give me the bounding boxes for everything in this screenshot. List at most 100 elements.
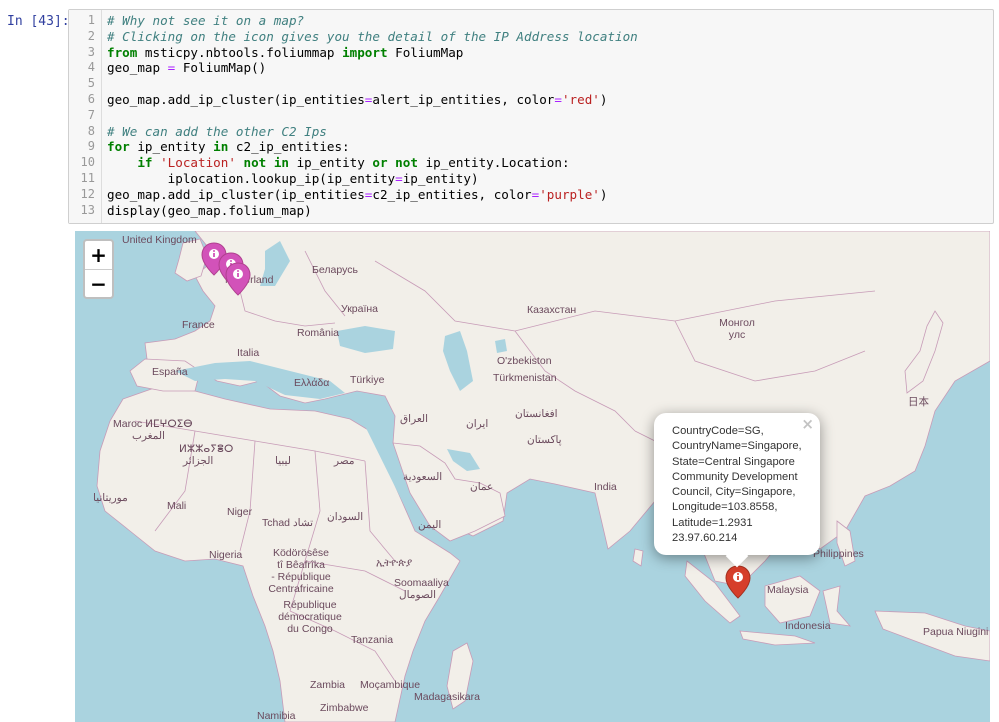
popup-line: State=Central Singapore [672, 455, 795, 468]
code-text: iplocation.lookup_ip(ip_entity [107, 171, 396, 186]
map-label: Philippines [813, 548, 864, 560]
popup-line: Community Development [672, 470, 798, 483]
code-line: geo_map = FoliumMap() [107, 60, 266, 76]
map-label: France [182, 319, 215, 331]
map-label: الصومال [399, 589, 437, 601]
code-keyword: for [107, 139, 130, 155]
map-label: - République [271, 571, 331, 583]
code-text: display(geo_map.folium_map) [107, 202, 312, 218]
map-label: 日本 [908, 396, 929, 408]
line-number: 4 [87, 60, 95, 75]
map-label: du Congo [287, 623, 333, 635]
ip-location-popup: × CountryCode=SG, CountryName=Singapore,… [654, 413, 820, 568]
zoom-out-button[interactable]: − [85, 269, 112, 298]
map-label: Nigeria [209, 549, 243, 561]
map-pin-icon [225, 262, 251, 296]
code-comment: # Why not see it on a map? [107, 13, 305, 28]
map-label: عمان [470, 481, 494, 493]
popup-line: 23.97.60.214 [672, 532, 738, 545]
popup-line: CountryName=Singapore, [672, 440, 802, 453]
map-label: улс [728, 329, 746, 341]
line-number: 7 [87, 107, 95, 122]
map-label: Malaysia [767, 584, 809, 596]
map-label: السعودية [403, 471, 443, 483]
code-text: ip_entity.Location: [417, 155, 570, 171]
code-text: c2_ip_entities: [228, 139, 350, 155]
map-label: Tanzania [351, 634, 394, 646]
code-string: 'Location' [152, 155, 236, 171]
map-label: Italia [237, 347, 260, 359]
map-label: tî Bêafrîka [277, 559, 325, 571]
code-line: display(geo_map.folium_map) [107, 203, 312, 219]
cell-prompt: In [43]: [7, 14, 70, 29]
code-keyword: in [213, 139, 229, 155]
landmass-sri-lanka [632, 548, 644, 567]
line-number: 13 [80, 202, 95, 217]
landmass-java [739, 630, 816, 646]
code-text: geo_map [107, 60, 168, 76]
map-label: O'zbekiston [497, 355, 552, 367]
map-label: موريتانيا [93, 492, 128, 504]
code-keyword: not in [235, 155, 290, 171]
map-label: افغانستان [515, 408, 558, 420]
map-label: Україна [341, 303, 379, 315]
c2-ip-marker[interactable] [225, 262, 251, 296]
line-number: 3 [87, 44, 95, 59]
popup-line: Council, City=Singapore, [672, 486, 796, 499]
code-text: c2_ip_entities, color [372, 186, 532, 202]
map-label: Centrafricaine [268, 583, 334, 595]
code-text: FoliumMap() [175, 60, 267, 76]
line-number: 8 [87, 123, 95, 138]
code-keyword: if [137, 155, 153, 171]
code-line: from msticpy.nbtools.foliummap import Fo… [107, 45, 463, 61]
code-cell[interactable]: 1 2 3 4 5 6 7 8 9 10 11 12 13 # Why not … [68, 9, 994, 224]
line-number: 10 [80, 155, 95, 170]
map-label: Madagasikara [414, 691, 480, 703]
map-label: العراق [400, 413, 429, 425]
map-label: Tchad تشاد [262, 517, 314, 529]
code-string: 'purple' [539, 186, 600, 202]
code-line: if 'Location' not in ip_entity or not ip… [107, 155, 570, 171]
code-text: ip_entity) [402, 171, 479, 186]
map-label: Ελλάδα [294, 377, 330, 389]
map-label: Ködörösêse [272, 547, 330, 559]
map-label: India [594, 481, 617, 493]
map-label: مصر [334, 455, 355, 467]
code-line: geo_map.add_ip_cluster(ip_entities=c2_ip… [107, 187, 607, 203]
map-label: السودان [327, 511, 364, 523]
code-operator: = [554, 92, 562, 107]
map-label: Maroc ⵍⵎⵖⵔⵉⴱ [113, 418, 193, 430]
popup-content: CountryCode=SG, CountryName=Singapore, S… [672, 424, 812, 546]
map-label: ኢትዮጵያ [376, 557, 413, 569]
map-label: Казахстан [527, 304, 577, 316]
map-label: España [152, 366, 188, 378]
code-line: geo_map.add_ip_cluster(ip_entities =alert… [107, 92, 607, 108]
line-number: 5 [87, 76, 95, 91]
code-text: alert_ip_entities, color [372, 92, 555, 107]
map-pin-icon [725, 565, 751, 599]
code-text: ip_entity [289, 155, 373, 171]
code-line: for ip_entity in c2_ip_entities: [107, 139, 350, 155]
popup-line: Latitude=1.2931 [672, 516, 753, 529]
line-number: 11 [80, 171, 95, 185]
code-text: geo_map.add_ip_cluster(ip_entities [107, 186, 365, 202]
line-number: 12 [80, 186, 95, 201]
map-label: Беларусь [312, 264, 358, 276]
popup-line: CountryCode=SG, [672, 425, 764, 437]
code-text: ) [599, 186, 608, 202]
code-line: # We can add the other C2 Ips [107, 124, 327, 140]
code-text: ) [599, 92, 608, 107]
map-label: Moçambique [360, 679, 421, 691]
code-keyword: from [107, 44, 138, 60]
map-label: Монгол [719, 317, 755, 329]
code-keyword: import [342, 44, 388, 60]
zoom-in-button[interactable]: + [85, 241, 112, 269]
map-label: Türkiye [350, 374, 385, 386]
code-text: FoliumMap [387, 44, 464, 60]
code-keyword: or not [372, 155, 418, 171]
folium-map[interactable]: + − United Kingdom Nederland Беларусь Ук… [75, 231, 990, 722]
code-string: 'red' [561, 92, 600, 107]
map-label: پاکستان [527, 434, 562, 446]
map-label: ایران [466, 418, 489, 430]
alert-ip-marker[interactable] [725, 565, 751, 599]
